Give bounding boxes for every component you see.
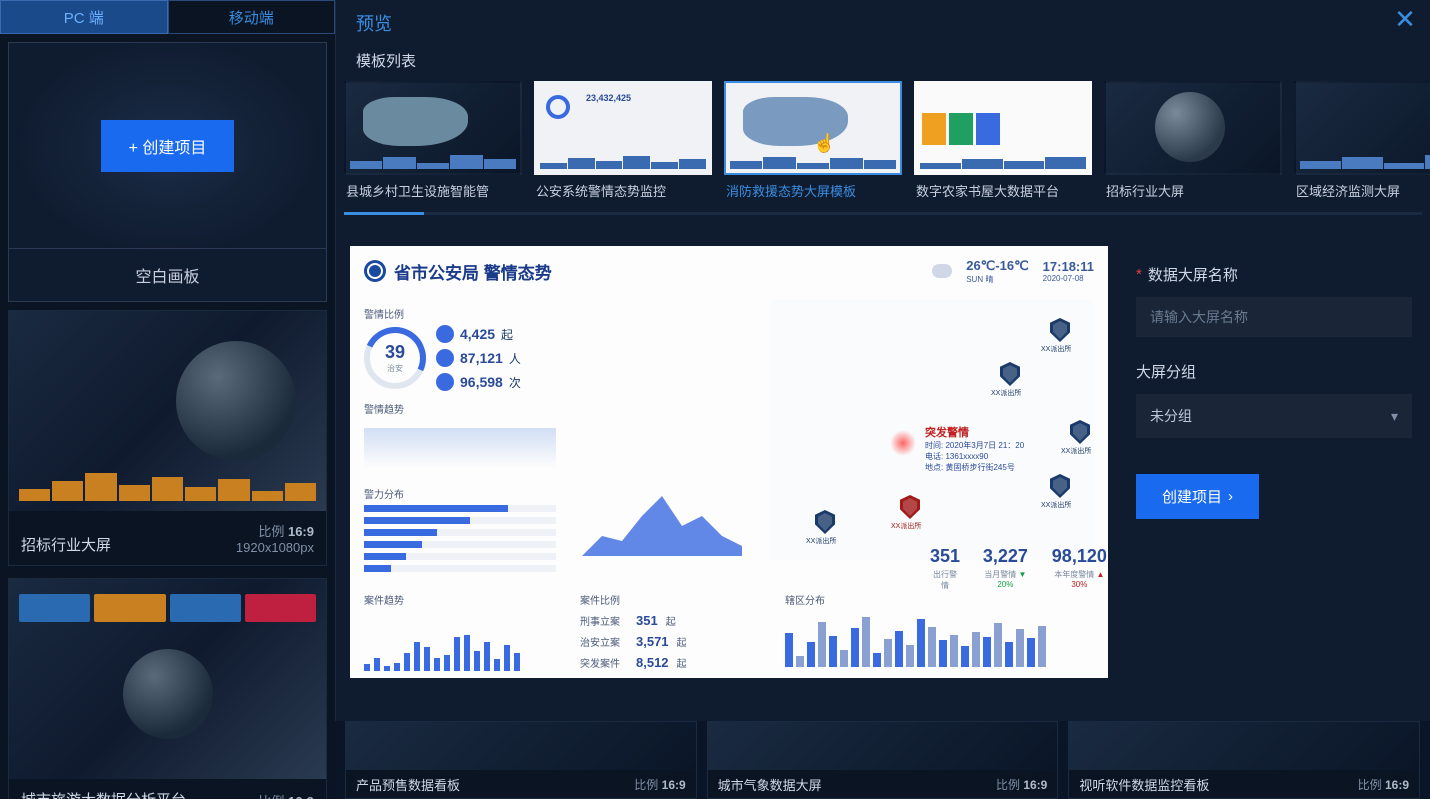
strip-caption: 县城乡村卫生设施智能管 [344, 175, 522, 206]
tab-pc[interactable]: PC 端 [0, 0, 168, 34]
template-name: 城市气象数据大屏 [718, 775, 822, 794]
strip-caption: 公安系统警情态势监控 [534, 175, 712, 206]
group-select[interactable]: 未分组 ▾ [1136, 394, 1412, 438]
chevron-down-icon: ▾ [1391, 408, 1398, 425]
tab-mobile[interactable]: 移动端 [168, 0, 336, 34]
template-thumbnail [9, 311, 326, 511]
template-card[interactable]: 城市气象数据大屏 比例 16:9 [707, 721, 1059, 799]
template-card[interactable]: 城市旅游大数据分析平台 比例 16:9 [8, 578, 327, 799]
background-template-row: 产品预售数据看板 比例 16:9 城市气象数据大屏 比例 16:9 视听软件数据… [335, 721, 1430, 799]
police-badge-icon [364, 260, 386, 282]
create-project-submit-button[interactable]: 创建项目 › [1136, 474, 1259, 519]
preview-modal: 预览 ✕ 模板列表 县城乡村卫生设施智能管 23,432,425 公安系统警情态… [335, 0, 1430, 721]
modal-title: 预览 [356, 10, 1410, 36]
create-form: * 数据大屏名称 大屏分组 未分组 ▾ 创建项目 › [1132, 246, 1416, 721]
group-select-value: 未分组 [1150, 406, 1192, 426]
create-project-button[interactable]: + 创建项目 [101, 120, 235, 172]
strip-item[interactable]: 23,432,425 公安系统警情态势监控 [534, 81, 712, 206]
strip-caption: 数字农家书屋大数据平台 [914, 175, 1092, 206]
dashboard-name-input[interactable] [1136, 297, 1412, 337]
template-name: 视听软件数据监控看板 [1079, 775, 1209, 794]
template-card[interactable]: 产品预售数据看板 比例 16:9 [345, 721, 697, 799]
required-icon: * [1136, 266, 1142, 283]
preview-title: 省市公安局 警情态势 [394, 259, 552, 284]
strip-caption: 区域经济监测大屏 [1294, 175, 1430, 206]
template-card[interactable]: 视听软件数据监控看板 比例 16:9 [1068, 721, 1420, 799]
template-list-label: 模板列表 [336, 40, 1430, 81]
template-preview: 省市公安局 警情态势 26℃-16℃ SUN 晴 17:18:11 2020-0… [350, 246, 1108, 678]
preview-map: XX派出所 XX派出所 XX派出所 XX派出所 XX派出所 XX派出所 突发警情… [770, 300, 1094, 560]
device-tabs: PC 端 移动端 [0, 0, 335, 34]
strip-scrollbar[interactable] [344, 212, 1422, 215]
close-icon[interactable]: ✕ [1390, 4, 1420, 34]
chevron-right-icon: › [1228, 488, 1233, 505]
template-name: 城市旅游大数据分析平台 [21, 789, 186, 799]
strip-item[interactable]: 区域经济监测大屏 [1294, 81, 1430, 206]
blank-canvas-label[interactable]: 空白画板 [9, 248, 326, 301]
strip-item[interactable]: 数字农家书屋大数据平台 [914, 81, 1092, 206]
left-sidebar: PC 端 移动端 + 创建项目 空白画板 招标行业大屏 比例 16:9 1920… [0, 0, 335, 799]
cloud-icon [932, 264, 952, 278]
strip-caption: 消防救援态势大屏模板 [724, 175, 902, 206]
template-meta: 比例 16:9 [258, 791, 314, 799]
group-label: 大屏分组 [1136, 361, 1412, 382]
name-label: * 数据大屏名称 [1136, 264, 1412, 285]
template-strip[interactable]: 县城乡村卫生设施智能管 23,432,425 公安系统警情态势监控 ☝ 消防救援… [336, 81, 1430, 206]
strip-item[interactable]: 招标行业大屏 [1104, 81, 1282, 206]
create-project-card: + 创建项目 空白画板 [8, 42, 327, 302]
case-trend-bars [364, 611, 560, 671]
template-card[interactable]: 招标行业大屏 比例 16:9 1920x1080px [8, 310, 327, 566]
template-name: 产品预售数据看板 [356, 775, 460, 794]
strip-item[interactable]: 县城乡村卫生设施智能管 [344, 81, 522, 206]
template-name: 招标行业大屏 [21, 534, 111, 555]
template-meta: 比例 16:9 1920x1080px [236, 521, 314, 555]
strip-caption: 招标行业大屏 [1104, 175, 1282, 206]
template-thumbnail [9, 579, 326, 779]
strip-item[interactable]: ☝ 消防救援态势大屏模板 [724, 81, 902, 206]
